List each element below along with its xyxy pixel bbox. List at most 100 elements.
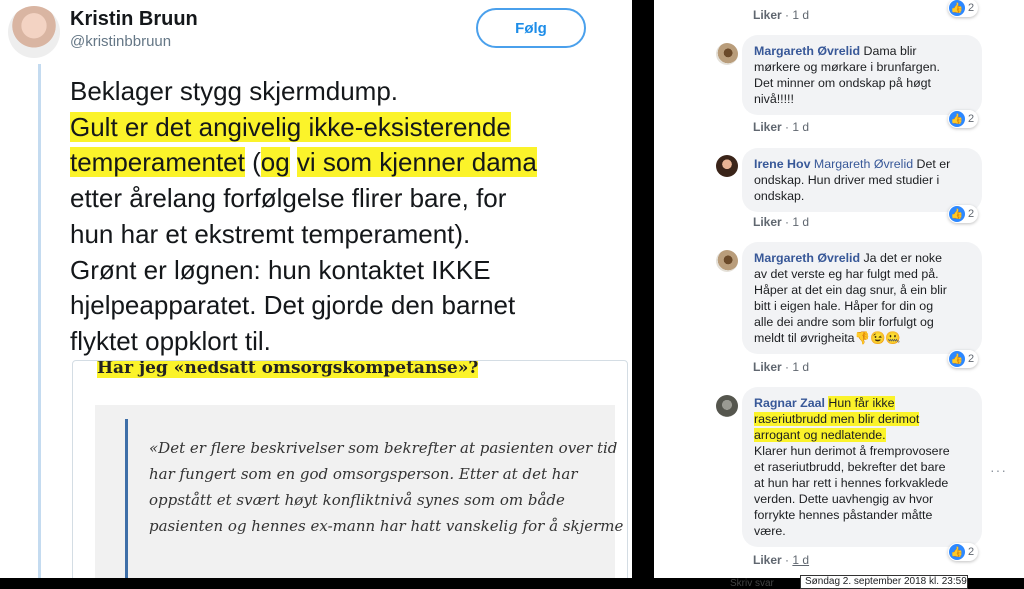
text-segment: nivå!!!!!	[754, 92, 794, 106]
comment-bubble: Margareth Øvrelid Dama blir mørkere og mø…	[742, 35, 982, 115]
avatar[interactable]	[8, 6, 60, 58]
comment-time[interactable]: 1 d	[792, 8, 809, 22]
reply-ghost-text: Skriv svar	[730, 578, 774, 589]
comment-meta: Liker · 1 d	[753, 553, 810, 567]
reaction-count[interactable]: 👍 2	[948, 205, 979, 223]
text-segment: Håper at det ein dag snur, å ein blir	[754, 283, 947, 297]
text-segment: verden. Dette uavhengig av hvor	[754, 492, 934, 506]
thumbs-up-icon: 👍	[949, 206, 965, 222]
author-handle[interactable]: @kristinbbruun	[70, 33, 171, 50]
comment-bubble: Irene Hov Margareth Øvrelid Det er ondska…	[742, 148, 982, 212]
text-line: Grønt er løgnen: hun kontaktet IKKE	[70, 253, 630, 289]
text-segment: Dama blir	[860, 44, 917, 58]
document-quote-box: «Det er flere beskrivelser som bekrefter…	[95, 405, 623, 578]
text-segment: hun har et ekstremt temperament).	[70, 218, 471, 249]
like-link[interactable]: Liker	[753, 8, 782, 22]
text-line: verden. Dette uavhengig av hvor	[754, 491, 970, 507]
reaction-number: 2	[968, 546, 975, 558]
comment-time[interactable]: 1 d	[792, 360, 809, 374]
reaction-count[interactable]: 👍 2	[948, 0, 979, 17]
comment-author[interactable]: Margareth Øvrelid	[754, 44, 860, 58]
text-line: bitt i eigen hale. Håper for din og	[754, 298, 970, 314]
reaction-number: 2	[968, 208, 975, 220]
comment-meta: Liker · 1 d	[753, 120, 810, 134]
text-line: Gult er det angivelig ikke-eksisterende	[70, 110, 630, 146]
more-options-icon[interactable]: ···	[990, 462, 1007, 478]
highlighted-text: arrogant og nedlatende.	[754, 428, 886, 442]
mention-link[interactable]: Margareth Øvrelid	[814, 157, 913, 171]
comment-author[interactable]: Margareth Øvrelid	[754, 251, 860, 265]
text-segment: (	[244, 147, 261, 178]
text-line: være.	[754, 523, 970, 539]
highlighted-text: og	[260, 147, 290, 178]
avatar[interactable]	[716, 43, 738, 65]
text-line: arrogant og nedlatende.	[754, 427, 970, 443]
text-line: at hun har rett i hennes forkvaklede	[754, 475, 970, 491]
text-line: temperamentet (og vi som kjenner dama	[70, 145, 630, 181]
like-link[interactable]: Liker	[753, 215, 782, 229]
reaction-count[interactable]: 👍 2	[948, 543, 979, 561]
comment-time[interactable]: 1 d	[792, 120, 809, 134]
tweet-card: Kristin Bruun @kristinbbruun Følg Beklag…	[0, 0, 632, 578]
text-segment: hjelpeapparatet. Det gjorde den barnet	[70, 290, 516, 321]
text-segment: Klarer hun derimot å fremprovosere	[754, 444, 950, 458]
thread-line	[38, 64, 41, 578]
text-segment: Grønt er løgnen: hun kontaktet IKKE	[70, 254, 491, 285]
text-segment: ondskap. Hun driver med studier i	[754, 173, 940, 187]
avatar[interactable]	[716, 250, 738, 272]
reaction-count[interactable]: 👍 2	[948, 110, 979, 128]
comment-time[interactable]: 1 d	[792, 553, 809, 567]
highlighted-text: temperamentet	[70, 147, 245, 178]
text-line: ondskap. Hun driver med studier i	[754, 172, 970, 188]
text-segment: Det minner om ondskap på høgt	[754, 76, 932, 90]
text-segment: av det verste eg har fulgt med på.	[754, 267, 939, 281]
text-line: Ragnar Zaal Hun får ikke	[754, 395, 970, 411]
text-line: etter årelang forfølgelse flirer bare, f…	[70, 181, 630, 217]
comment-time[interactable]: 1 d	[792, 215, 809, 229]
thumbs-up-icon: 👍	[949, 351, 965, 367]
thumbs-up-icon: 👍	[949, 544, 965, 560]
thumbs-up-icon: 👍	[949, 111, 965, 127]
text-segment: Det er	[913, 157, 951, 171]
highlighted-text: Gult er det angivelig ikke-eksisterende	[70, 111, 511, 142]
quote-line: «Det er flere beskrivelser som bekrefter…	[149, 439, 618, 457]
follow-button[interactable]: Følg	[476, 8, 586, 48]
text-line: hjelpeapparatet. Det gjorde den barnet	[70, 288, 630, 324]
comment-meta: Liker · 1 d	[753, 215, 810, 229]
text-line: Håper at det ein dag snur, å ein blir	[754, 282, 970, 298]
text-line: Klarer hun derimot å fremprovosere	[754, 443, 970, 459]
embedded-document-image: Har jeg «nedsatt omsorgskompetanse»? «De…	[72, 360, 628, 578]
reaction-count[interactable]: 👍 2	[948, 350, 979, 368]
comment-author[interactable]: Ragnar Zaal	[754, 396, 825, 410]
text-line: flyktet oppklort til.	[70, 324, 630, 360]
text-line: Det minner om ondskap på høgt	[754, 75, 970, 91]
quote-bar	[125, 419, 128, 578]
text-segment: Beklager stygg skjermdump.	[70, 76, 399, 106]
text-line: hun har et ekstremt temperament).	[70, 217, 630, 253]
text-segment: etter årelang forfølgelse flirer bare, f…	[70, 183, 507, 214]
text-line: nivå!!!!!	[754, 91, 970, 107]
comment-meta-previous: Liker · 1 d	[753, 8, 810, 22]
text-segment: et raseriutbrudd, bekrefter det bare	[754, 460, 946, 474]
timestamp-tooltip: Søndag 2. september 2018 kl. 23:59	[800, 575, 968, 589]
text-line: Margareth Øvrelid Dama blir	[754, 43, 970, 59]
quote-line: pasienten og hennes ex-mann har hatt van…	[149, 517, 624, 535]
text-segment	[290, 147, 297, 177]
author-name[interactable]: Kristin Bruun	[70, 8, 198, 31]
text-segment: at hun har rett i hennes forkvaklede	[754, 476, 949, 490]
text-line: av det verste eg har fulgt med på.	[754, 266, 970, 282]
comment-author[interactable]: Irene Hov	[754, 157, 810, 171]
text-line: meldt til øvrigheita👎😉🤐	[754, 330, 970, 346]
reaction-number: 2	[968, 113, 975, 125]
like-link[interactable]: Liker	[753, 120, 782, 134]
like-link[interactable]: Liker	[753, 553, 782, 567]
avatar[interactable]	[716, 395, 738, 417]
like-link[interactable]: Liker	[753, 360, 782, 374]
text-line: Beklager stygg skjermdump.	[70, 74, 630, 110]
avatar[interactable]	[716, 155, 738, 177]
text-segment: være.	[754, 524, 786, 538]
text-segment: Ja det er noke	[860, 251, 943, 265]
text-line: forrykte hennes påstander måtte	[754, 507, 970, 523]
text-line: alle dei andre som blir forfulgt og	[754, 314, 970, 330]
text-line: Irene Hov Margareth Øvrelid Det er	[754, 156, 970, 172]
